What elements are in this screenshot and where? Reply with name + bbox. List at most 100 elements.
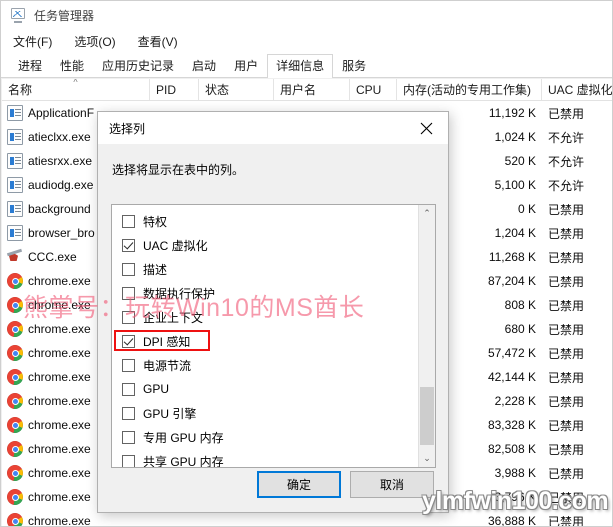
column-header-username[interactable]: 用户名 (274, 79, 350, 100)
process-name: ApplicationF (28, 106, 95, 120)
chrome-icon (7, 369, 23, 385)
column-list-item[interactable]: GPU 引擎 (112, 401, 418, 425)
process-name: chrome.exe (28, 298, 91, 312)
checkbox-icon[interactable] (122, 214, 135, 228)
column-list-item[interactable]: 特权 (112, 209, 418, 233)
cell-uac: 已禁用 (548, 250, 585, 265)
checkbox-icon[interactable] (122, 238, 135, 252)
checkbox-icon[interactable] (122, 262, 135, 276)
cell-uac: 已禁用 (548, 490, 585, 505)
column-list-box: 特权 UAC 虚拟化 描述数据执行保护 企业上下文 DPI 感知 电源节流 GPU GPU 引… (111, 204, 436, 468)
cancel-button[interactable]: 取消 (350, 470, 434, 498)
generic-app-icon (7, 153, 23, 169)
cell-uac: 已禁用 (548, 442, 585, 457)
chrome-icon (7, 345, 23, 361)
cell-uac: 已禁用 (548, 418, 585, 433)
menu-item-options[interactable]: 选项(O) (70, 31, 124, 52)
window-title-bar: 任务管理器 (1, 1, 612, 29)
scrollbar-thumb[interactable] (420, 387, 434, 445)
chrome-icon (7, 273, 23, 289)
ok-button[interactable]: 确定 (257, 470, 341, 498)
column-list-item[interactable]: DPI 感知 (112, 329, 418, 353)
window-title: 任务管理器 (34, 8, 95, 23)
column-list-item-label: 电源节流 (143, 358, 192, 373)
menu-item-view[interactable]: 查看(V) (134, 31, 187, 52)
column-header-pid[interactable]: PID (150, 79, 199, 100)
chrome-icon (7, 441, 23, 457)
column-list-item[interactable]: 企业上下文 (112, 305, 418, 329)
chrome-icon (7, 321, 23, 337)
column-list-item-label: 数据执行保护 (143, 286, 216, 301)
column-header-cpu[interactable]: CPU (350, 79, 397, 100)
chrome-icon (7, 417, 23, 433)
process-name: background (28, 202, 91, 216)
column-list-item[interactable]: 电源节流 (112, 353, 418, 377)
generic-app-icon (7, 177, 23, 193)
task-manager-icon (10, 7, 27, 23)
cell-uac: 不允许 (548, 154, 585, 169)
tab-services[interactable]: 服务 (333, 54, 375, 78)
column-header-memory[interactable]: 内存(活动的专用工作集) (397, 79, 542, 100)
cell-uac: 已禁用 (548, 274, 585, 289)
tab-users[interactable]: 用户 (225, 54, 267, 78)
checkbox-icon[interactable] (122, 286, 135, 300)
tab-app-history[interactable]: 应用历史记录 (93, 54, 183, 78)
checkbox-icon[interactable] (122, 382, 135, 396)
column-header-status[interactable]: 状态 (199, 79, 274, 100)
chrome-icon (7, 465, 23, 481)
cell-uac: 已禁用 (548, 202, 585, 217)
column-list-item-label: 专用 GPU 内存 (143, 430, 224, 445)
process-name: chrome.exe (28, 442, 91, 456)
cell-uac: 已禁用 (548, 514, 585, 527)
cell-uac: 已禁用 (548, 106, 585, 121)
task-manager-window: 任务管理器 文件(F) 选项(O) 查看(V) 进程 性能 应用历史记录 启动 … (0, 0, 613, 527)
checkbox-icon[interactable] (122, 334, 135, 348)
column-header-uac[interactable]: UAC 虚拟化 (542, 79, 612, 100)
cell-uac: 已禁用 (548, 298, 585, 313)
cell-uac: 不允许 (548, 178, 585, 193)
tab-performance[interactable]: 性能 (51, 54, 93, 78)
tab-processes[interactable]: 进程 (9, 54, 51, 78)
scroll-up-icon[interactable]: ⌃ (419, 205, 435, 222)
process-name: chrome.exe (28, 346, 91, 360)
cell-uac: 不允许 (548, 130, 585, 145)
cell-uac: 已禁用 (548, 466, 585, 481)
select-columns-dialog: 选择列 选择将显示在表中的列。 特权 UAC 虚拟化 描述 数据执行保护 企业上下文 DP… (97, 111, 449, 513)
menu-bar: 文件(F) 选项(O) 查看(V) (1, 29, 612, 53)
generic-app-icon (7, 129, 23, 145)
process-name: audiodg.exe (28, 178, 94, 192)
column-list-item[interactable]: UAC 虚拟化 (112, 233, 418, 257)
column-list-item-label: DPI 感知 (143, 334, 191, 349)
column-list-item-label: 特权 (143, 214, 168, 229)
process-name: chrome.exe (28, 394, 91, 408)
column-list-item[interactable]: 专用 GPU 内存 (112, 425, 418, 449)
checkbox-icon[interactable] (122, 358, 135, 372)
cell-uac: 已禁用 (548, 322, 585, 337)
column-list-item-label: 企业上下文 (143, 310, 204, 325)
chrome-icon (7, 513, 23, 526)
cell-uac: 已禁用 (548, 370, 585, 385)
column-list-item[interactable]: 数据执行保护 (112, 281, 418, 305)
chrome-icon (7, 393, 23, 409)
sort-ascending-icon: ^ (73, 79, 78, 87)
checkbox-icon[interactable] (122, 310, 135, 324)
generic-app-icon (7, 201, 23, 217)
list-scrollbar[interactable]: ⌃ ⌄ (418, 205, 435, 467)
column-header-name-label: 名称 (8, 83, 33, 97)
process-name: CCC.exe (28, 250, 77, 264)
tab-details[interactable]: 详细信息 (267, 54, 334, 78)
ccc-icon (7, 249, 23, 265)
column-list-item[interactable]: 描述 (112, 257, 418, 281)
column-list-item[interactable]: GPU (112, 377, 418, 401)
checkbox-icon[interactable] (122, 406, 135, 420)
tab-startup[interactable]: 启动 (183, 54, 225, 78)
generic-app-icon (7, 105, 23, 121)
column-header-name[interactable]: 名称 ^ (2, 79, 150, 100)
process-name: chrome.exe (28, 490, 91, 504)
dialog-title: 选择列 (109, 121, 146, 136)
process-name: atiesrxx.exe (28, 154, 93, 168)
close-icon[interactable] (404, 113, 448, 144)
checkbox-icon[interactable] (122, 430, 135, 444)
menu-item-file[interactable]: 文件(F) (9, 31, 61, 52)
process-name: chrome.exe (28, 274, 91, 288)
